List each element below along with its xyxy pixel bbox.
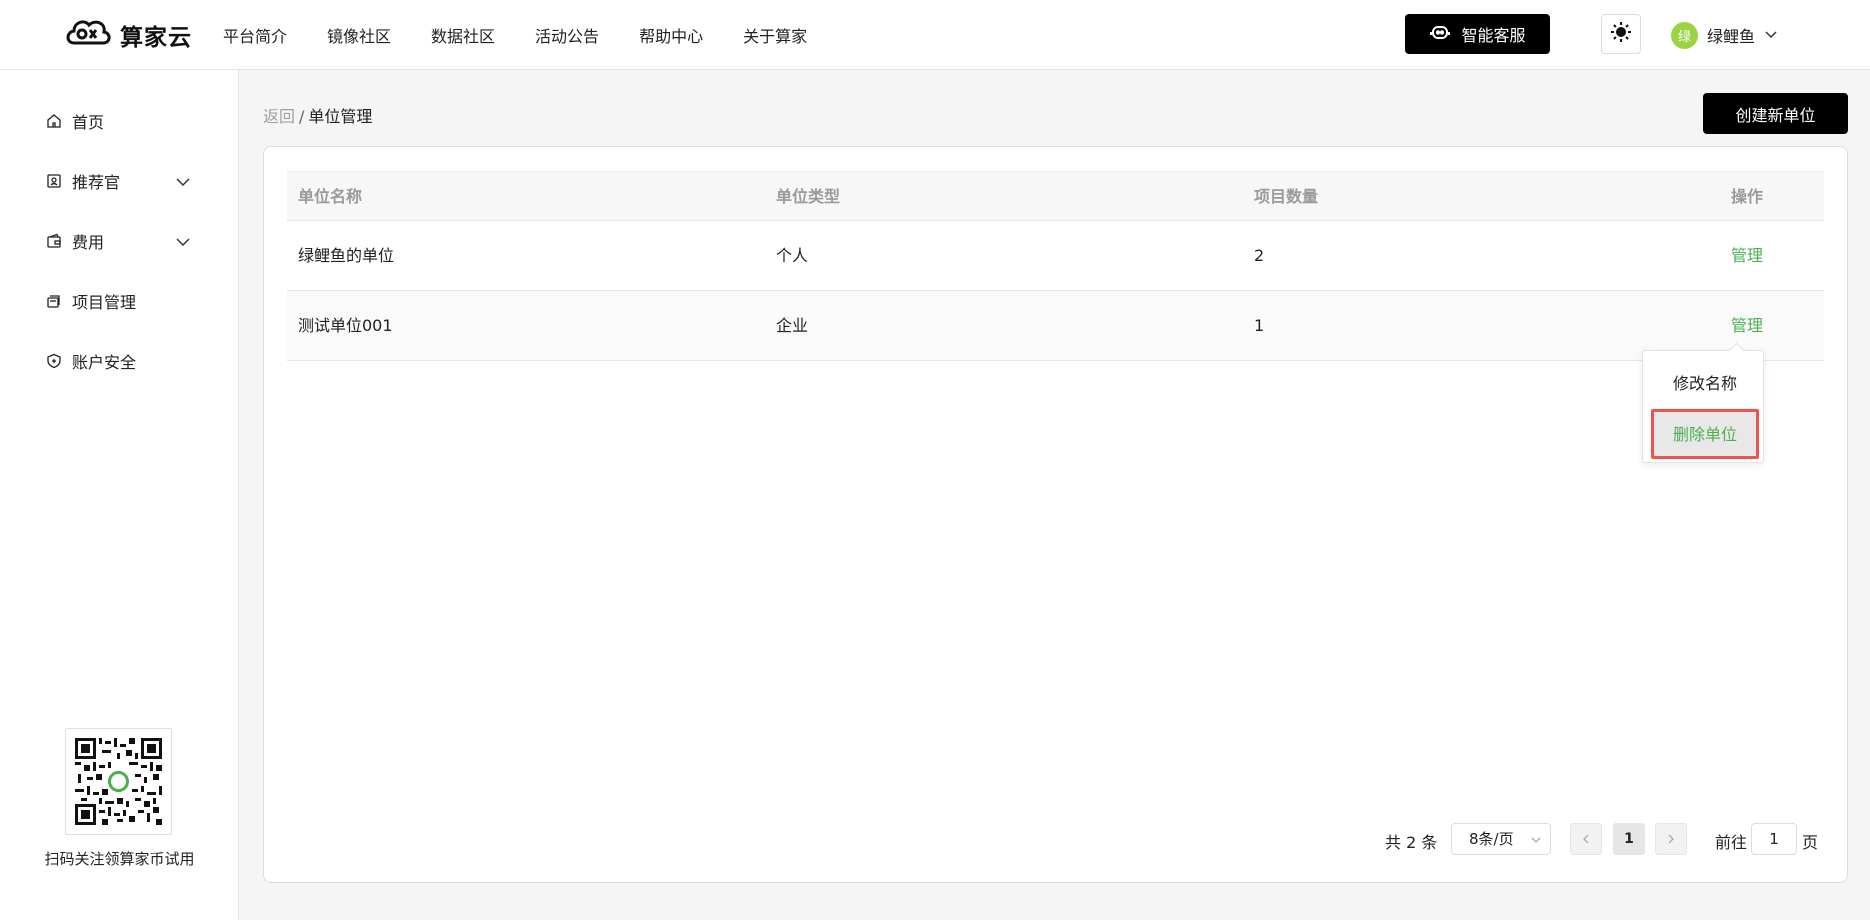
header-unit-type: 单位类型 bbox=[776, 187, 841, 206]
logo-icon bbox=[62, 13, 114, 57]
cell-unit-type: 个人 bbox=[776, 246, 809, 265]
sidebar-item-label: 费用 bbox=[72, 233, 105, 252]
goto-page-input[interactable] bbox=[1751, 823, 1797, 855]
avatar: 绿 bbox=[1671, 21, 1698, 49]
sun-icon bbox=[1610, 21, 1632, 47]
cell-project-count: 2 bbox=[1254, 246, 1265, 265]
top-header: 算家云 平台简介 镜像社区 数据社区 活动公告 帮助中心 关于算家 智能客服 绿 bbox=[0, 0, 1870, 70]
nav-about[interactable]: 关于算家 bbox=[743, 23, 807, 47]
sidebar: 首页 推荐官 费用 项目管理 账户安全 扫码关注领算家币试用 bbox=[0, 70, 239, 920]
nav-help-center[interactable]: 帮助中心 bbox=[639, 23, 703, 47]
chevron-down-icon bbox=[175, 234, 191, 250]
nav-announcements[interactable]: 活动公告 bbox=[535, 23, 599, 47]
breadcrumb: 返回 / 单位管理 bbox=[263, 103, 372, 127]
breadcrumb-separator: / bbox=[299, 107, 305, 126]
nav-platform-intro[interactable]: 平台简介 bbox=[223, 23, 287, 47]
goto-label: 前往 bbox=[1715, 833, 1748, 852]
nav-image-community[interactable]: 镜像社区 bbox=[327, 23, 391, 47]
sidebar-item-label: 推荐官 bbox=[72, 173, 121, 192]
manage-link[interactable]: 管理 bbox=[1731, 221, 1763, 291]
nav-data-community[interactable]: 数据社区 bbox=[431, 23, 495, 47]
sidebar-item-label: 项目管理 bbox=[72, 293, 137, 312]
smart-service-button[interactable]: 智能客服 bbox=[1405, 14, 1550, 54]
cell-project-count: 1 bbox=[1254, 316, 1265, 335]
sidebar-item-label: 首页 bbox=[72, 113, 105, 132]
header-actions: 操作 bbox=[1731, 187, 1764, 206]
page-number-button[interactable]: 1 bbox=[1613, 823, 1645, 855]
chevron-left-icon bbox=[1580, 830, 1592, 849]
goto-page-suffix: 页 bbox=[1802, 833, 1819, 852]
delete-unit-menu-item[interactable]: 删除单位 bbox=[1651, 409, 1759, 459]
sidebar-item-fees[interactable]: 费用 bbox=[46, 226, 196, 256]
cell-unit-name: 绿鲤鱼的单位 bbox=[298, 246, 395, 265]
wallet-icon bbox=[46, 233, 62, 249]
logo-text: 算家云 bbox=[120, 25, 192, 51]
table-row: 绿鲤鱼的单位 个人 2 管理 bbox=[287, 221, 1824, 291]
qr-caption: 扫码关注领算家币试用 bbox=[44, 850, 195, 868]
header-unit-name: 单位名称 bbox=[298, 187, 363, 206]
cell-unit-type: 企业 bbox=[776, 316, 809, 335]
cell-unit-name: 测试单位001 bbox=[298, 316, 393, 335]
smart-service-label: 智能客服 bbox=[1461, 26, 1526, 45]
user-menu[interactable]: 绿 绿鲤鱼 bbox=[1671, 20, 1778, 50]
sidebar-item-label: 账户安全 bbox=[72, 353, 137, 372]
qr-code bbox=[65, 728, 172, 835]
sidebar-item-projects[interactable]: 项目管理 bbox=[46, 286, 196, 316]
table-header: 单位名称 单位类型 项目数量 操作 bbox=[287, 171, 1824, 221]
headset-robot-icon bbox=[1429, 21, 1451, 47]
table-row: 测试单位001 企业 1 管理 bbox=[287, 291, 1824, 361]
top-nav: 平台简介 镜像社区 数据社区 活动公告 帮助中心 关于算家 bbox=[223, 0, 847, 70]
breadcrumb-current: 单位管理 bbox=[308, 107, 373, 126]
units-table: 单位名称 单位类型 项目数量 操作 绿鲤鱼的单位 个人 2 管理 测试单位001… bbox=[287, 171, 1824, 361]
header-project-count: 项目数量 bbox=[1254, 187, 1319, 206]
pagination-total: 共 2 条 bbox=[1385, 833, 1438, 852]
sidebar-item-home[interactable]: 首页 bbox=[46, 106, 196, 136]
rename-unit-menu-item[interactable]: 修改名称 bbox=[1651, 361, 1759, 407]
sidebar-item-account-security[interactable]: 账户安全 bbox=[46, 346, 196, 376]
badge-icon bbox=[46, 173, 62, 189]
chevron-right-icon bbox=[1665, 830, 1677, 849]
prev-page-button[interactable] bbox=[1570, 823, 1602, 855]
theme-toggle-button[interactable] bbox=[1601, 14, 1641, 54]
logo[interactable]: 算家云 bbox=[62, 12, 192, 58]
shield-icon bbox=[46, 353, 62, 369]
page-size-select[interactable]: 8条/页 bbox=[1451, 823, 1551, 855]
sidebar-item-recommender[interactable]: 推荐官 bbox=[46, 166, 196, 196]
next-page-button[interactable] bbox=[1655, 823, 1687, 855]
manage-dropdown-menu: 修改名称 删除单位 bbox=[1642, 350, 1764, 463]
chevron-down-icon bbox=[175, 174, 191, 190]
chevron-down-icon bbox=[1764, 26, 1778, 45]
page-size-value: 8条/页 bbox=[1469, 830, 1514, 848]
stack-icon bbox=[46, 293, 62, 309]
home-icon bbox=[46, 113, 62, 129]
user-name: 绿鲤鱼 bbox=[1707, 27, 1756, 46]
breadcrumb-back-link[interactable]: 返回 bbox=[263, 107, 295, 126]
create-unit-button[interactable]: 创建新单位 bbox=[1703, 93, 1848, 134]
